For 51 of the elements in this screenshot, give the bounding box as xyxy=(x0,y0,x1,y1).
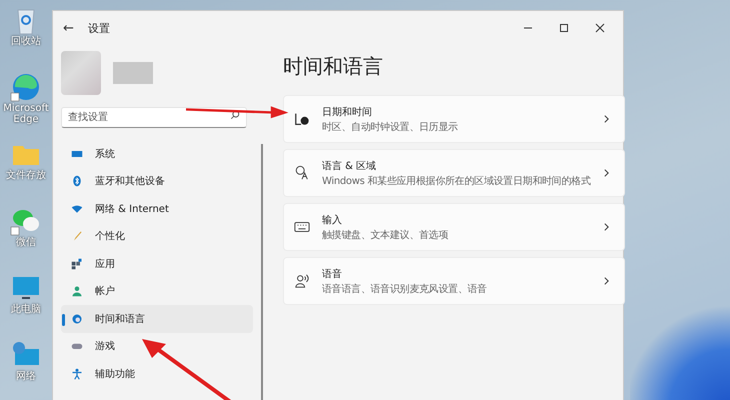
card-title: 语音 xyxy=(322,268,343,280)
settings-card[interactable]: 语音 语音语言、语音识别麦克风设置、语音 xyxy=(283,257,625,305)
desktop-icon-label: 文件存放 xyxy=(5,170,47,181)
window-title: 设置 xyxy=(88,20,110,36)
desktop-icon-label: 微信 xyxy=(15,237,37,248)
scrollbar[interactable] xyxy=(261,144,263,400)
card-description: 语音语言、语音识别麦克风设置、语音 xyxy=(322,282,488,296)
search-field[interactable]: 查找设置 xyxy=(61,107,247,128)
nav-item[interactable]: 应用 xyxy=(61,250,253,278)
desktop-icon-label: 回收站 xyxy=(10,36,42,47)
card-title: 输入 xyxy=(322,214,343,226)
card-title: 日期和时间 xyxy=(322,106,373,118)
nav-item[interactable]: 系统 xyxy=(61,140,253,168)
keyboard-icon xyxy=(294,219,310,235)
page-title: 时间和语言 xyxy=(283,53,384,80)
blurred-name-block xyxy=(113,62,153,84)
card-description: 触摸键盘、文本建议、首选项 xyxy=(322,228,450,242)
card-description: 时区、自动时钟设置、日历显示 xyxy=(322,120,459,134)
settings-card[interactable]: 输入 触摸键盘、文本建议、首选项 xyxy=(283,203,625,251)
avatar-placeholder xyxy=(61,51,101,95)
settings-card[interactable]: 日期和时间 时区、自动时钟设置、日历显示 xyxy=(283,95,625,143)
back-button[interactable]: ← xyxy=(63,20,74,36)
language-icon xyxy=(294,165,310,181)
nav-item[interactable]: 个性化 xyxy=(61,222,253,250)
wifi-icon xyxy=(71,202,83,215)
nav-item[interactable]: 游戏 xyxy=(61,332,253,360)
accessibility-icon xyxy=(71,368,83,380)
apps-icon xyxy=(71,258,83,270)
chevron-right-icon xyxy=(602,168,610,178)
close-icon[interactable] xyxy=(595,23,605,33)
desktop-icon-label: 此电脑 xyxy=(10,304,42,315)
chevron-right-icon xyxy=(602,276,610,286)
card-title: 语言 & 区域 xyxy=(322,160,378,172)
chevron-right-icon xyxy=(602,222,610,232)
speaking-person-icon xyxy=(294,273,310,289)
desktop-icon-label: 网络 xyxy=(15,371,37,382)
browser-icon[interactable] xyxy=(10,71,42,103)
person-icon xyxy=(71,285,83,298)
search-icon xyxy=(230,110,240,120)
card-description: Windows 和某些应用根据你所在的区域设置日期和时间的格式 xyxy=(322,174,591,188)
nav-item[interactable]: 网络 & Internet xyxy=(61,195,253,222)
nav-item[interactable]: 时间和语言 xyxy=(61,305,253,332)
chevron-right-icon xyxy=(602,114,610,124)
nav-item[interactable]: 辅助功能 xyxy=(61,360,253,388)
brush-icon xyxy=(71,230,83,242)
desktop-icon-label: Microsoft Edge xyxy=(2,103,50,125)
bluetooth-icon xyxy=(71,175,83,188)
maximize-icon[interactable] xyxy=(559,23,569,33)
nav-item[interactable]: 蓝牙和其他设备 xyxy=(61,168,253,195)
settings-card[interactable]: 语言 & 区域 Windows 和某些应用根据你所在的区域设置日期和时间的格式 xyxy=(283,149,625,197)
nav-item[interactable]: 帐户 xyxy=(61,278,253,305)
